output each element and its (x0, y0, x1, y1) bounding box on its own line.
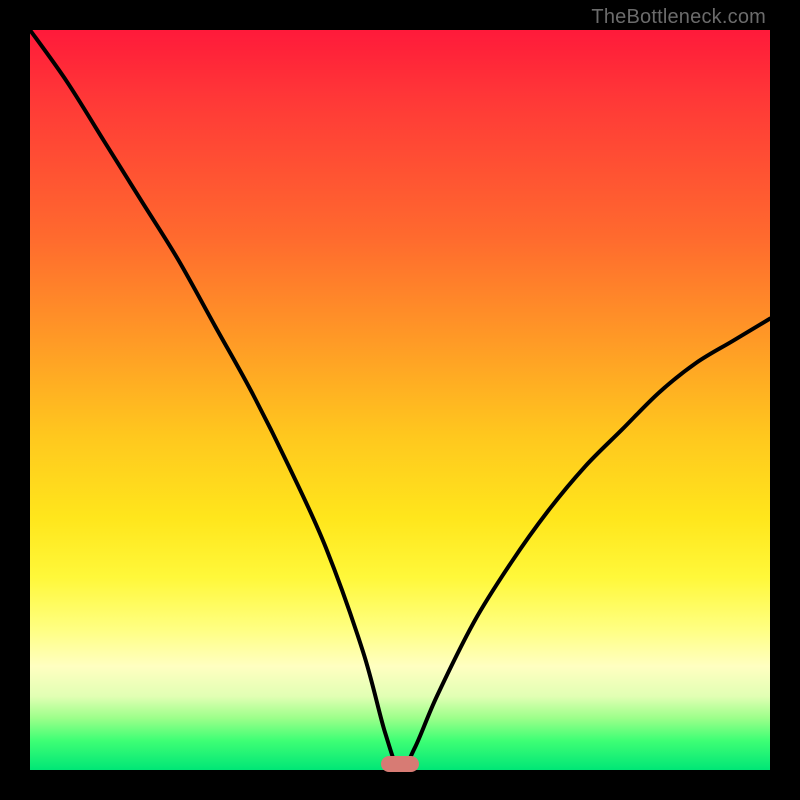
chart-frame: TheBottleneck.com (0, 0, 800, 800)
curve-path (30, 30, 770, 770)
bottleneck-curve (30, 30, 770, 770)
optimum-marker (381, 756, 419, 772)
watermark-text: TheBottleneck.com (591, 6, 766, 29)
plot-area (30, 30, 770, 770)
